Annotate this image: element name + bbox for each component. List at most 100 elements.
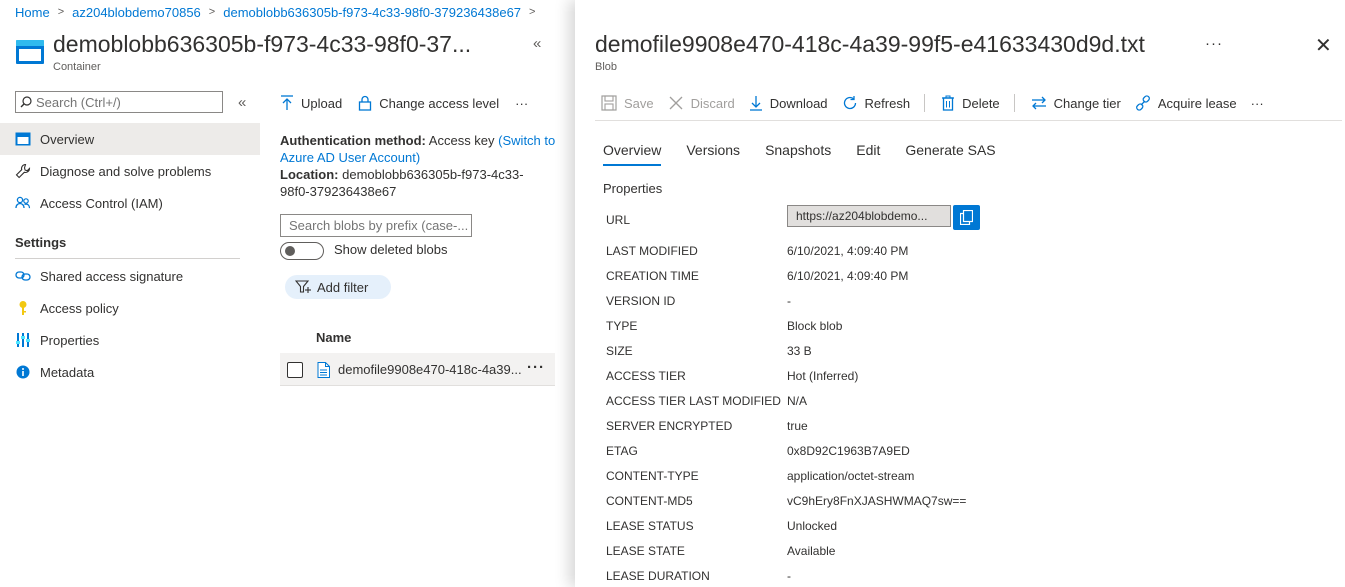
container-icon: [15, 131, 31, 147]
collapse-menu-icon[interactable]: «: [238, 94, 246, 111]
change-tier-label: Change tier: [1053, 95, 1121, 111]
people-icon: [15, 195, 31, 211]
save-button[interactable]: Save: [601, 95, 654, 111]
nav-item-label: Properties: [40, 332, 100, 348]
show-deleted-toggle[interactable]: [280, 242, 324, 260]
file-icon: [317, 362, 330, 378]
blob-title: demofile9908e470-418c-4a39-99f5-e4163343…: [595, 31, 1145, 57]
nav-item-sas[interactable]: Shared access signature: [0, 260, 260, 292]
property-value: vC9hEry8FnXJASHWMAQ7sw==: [787, 494, 967, 508]
nav-item-metadata[interactable]: Metadata: [0, 356, 260, 388]
location-label: Location:: [280, 167, 339, 182]
more-actions-button[interactable]: ···: [515, 96, 528, 111]
property-key: LEASE STATE: [606, 544, 685, 558]
nav-item-access-policy[interactable]: Access policy: [0, 292, 260, 324]
change-access-level-button[interactable]: Change access level: [358, 95, 499, 111]
property-value: true: [787, 419, 808, 433]
property-key: CREATION TIME: [606, 269, 699, 283]
copy-url-button[interactable]: [953, 205, 980, 230]
property-value: -: [787, 294, 791, 308]
nav-item-label: Access Control (IAM): [40, 195, 163, 211]
property-value: -: [787, 569, 791, 583]
nav-item-label: Metadata: [40, 364, 95, 380]
auth-method-label: Authentication method:: [280, 133, 426, 148]
copy-icon: [960, 210, 973, 225]
nav-item-properties[interactable]: Properties: [0, 324, 260, 356]
switch-auth-link-continued[interactable]: Azure AD User Account): [280, 150, 420, 165]
blob-subtitle: Blob: [595, 61, 618, 73]
nav-item-overview[interactable]: Overview: [0, 123, 260, 155]
auth-method-value: Access key: [428, 133, 495, 148]
close-icon[interactable]: ✕: [1315, 33, 1332, 58]
column-header-name[interactable]: Name: [316, 330, 351, 345]
property-value: Hot (Inferred): [787, 369, 859, 383]
blob-search-input[interactable]: [289, 218, 469, 233]
property-key: CONTENT-MD5: [606, 494, 693, 508]
info-icon: [15, 364, 31, 380]
toolbar-divider-line: [595, 120, 1342, 121]
lease-link-icon: [1135, 95, 1150, 111]
search-input[interactable]: [32, 94, 216, 110]
table-row[interactable]: demofile9908e470-418c-4a39... ···: [280, 353, 555, 386]
blob-name-link[interactable]: demofile9908e470-418c-4a39...: [338, 362, 522, 377]
add-filter-label: Add filter: [317, 279, 369, 295]
download-button[interactable]: Download: [749, 95, 828, 111]
toggle-knob: [285, 246, 295, 256]
blob-tabs: Overview Versions Snapshots Edit Generat…: [603, 142, 1021, 166]
switch-auth-link[interactable]: (Switch to: [498, 133, 555, 148]
settings-heading: Settings: [15, 235, 67, 250]
collapse-blade-icon[interactable]: «: [533, 35, 541, 52]
upload-button[interactable]: Upload: [280, 95, 342, 111]
row-checkbox[interactable]: [287, 362, 303, 378]
breadcrumb-separator: >: [208, 6, 216, 18]
blob-search-box[interactable]: [280, 214, 472, 237]
property-key: VERSION ID: [606, 294, 676, 308]
property-key: TYPE: [606, 319, 638, 333]
refresh-button[interactable]: Refresh: [842, 95, 910, 111]
nav-item-diagnose[interactable]: Diagnose and solve problems: [0, 155, 260, 187]
toolbar-divider: [924, 94, 926, 112]
save-icon: [601, 95, 617, 111]
location-line2: 98f0-379236438e67: [280, 183, 396, 200]
location-line: Location: demoblobb636305b-f973-4c33-: [280, 166, 524, 183]
panel-more-button[interactable]: ···: [1205, 35, 1223, 52]
tab-edit[interactable]: Edit: [856, 142, 880, 166]
delete-button[interactable]: Delete: [941, 95, 1000, 111]
property-key: SIZE: [606, 344, 633, 358]
acquire-lease-button[interactable]: Acquire lease: [1135, 95, 1237, 111]
property-value: Unlocked: [787, 519, 838, 533]
url-field[interactable]: https://az204blobdemo...: [787, 205, 951, 227]
panel-toolbar-more-button[interactable]: ···: [1251, 96, 1264, 111]
tab-versions[interactable]: Versions: [686, 142, 740, 166]
row-more-button[interactable]: ···: [527, 359, 545, 376]
property-key: URL: [606, 213, 631, 227]
breadcrumb-home[interactable]: Home: [15, 5, 50, 20]
breadcrumb-storage-account[interactable]: az204blobdemo70856: [72, 5, 201, 20]
container-toolbar: Upload Change access level ···: [280, 94, 544, 112]
change-tier-button[interactable]: Change tier: [1031, 96, 1121, 111]
property-key: SERVER ENCRYPTED: [606, 419, 733, 433]
property-key: ACCESS TIER LAST MODIFIED: [606, 394, 781, 408]
discard-button[interactable]: Discard: [668, 95, 735, 111]
menu-search[interactable]: [15, 91, 223, 113]
add-filter-button[interactable]: Add filter: [285, 275, 391, 299]
discard-icon: [669, 96, 683, 110]
filter-icon: [295, 280, 311, 293]
property-key: ETAG: [606, 444, 638, 458]
property-value: 6/10/2021, 4:09:40 PM: [787, 244, 909, 258]
property-key: CONTENT-TYPE: [606, 469, 699, 483]
key-icon: [15, 300, 31, 316]
properties-heading: Properties: [603, 181, 663, 196]
toolbar-divider: [1013, 94, 1015, 112]
auth-method-line: Authentication method: Access key (Switc…: [280, 132, 555, 149]
breadcrumb-container[interactable]: demoblobb636305b-f973-4c33-98f0-37923643…: [223, 5, 521, 20]
tab-snapshots[interactable]: Snapshots: [765, 142, 831, 166]
property-value: 33 B: [787, 344, 812, 358]
property-key: LAST MODIFIED: [606, 244, 698, 258]
nav-item-iam[interactable]: Access Control (IAM): [0, 187, 260, 219]
acquire-lease-label: Acquire lease: [1157, 95, 1237, 111]
tab-generate-sas[interactable]: Generate SAS: [905, 142, 995, 166]
container-icon: [16, 40, 44, 64]
tab-overview[interactable]: Overview: [603, 142, 662, 166]
more-icon: ···: [1250, 95, 1264, 111]
